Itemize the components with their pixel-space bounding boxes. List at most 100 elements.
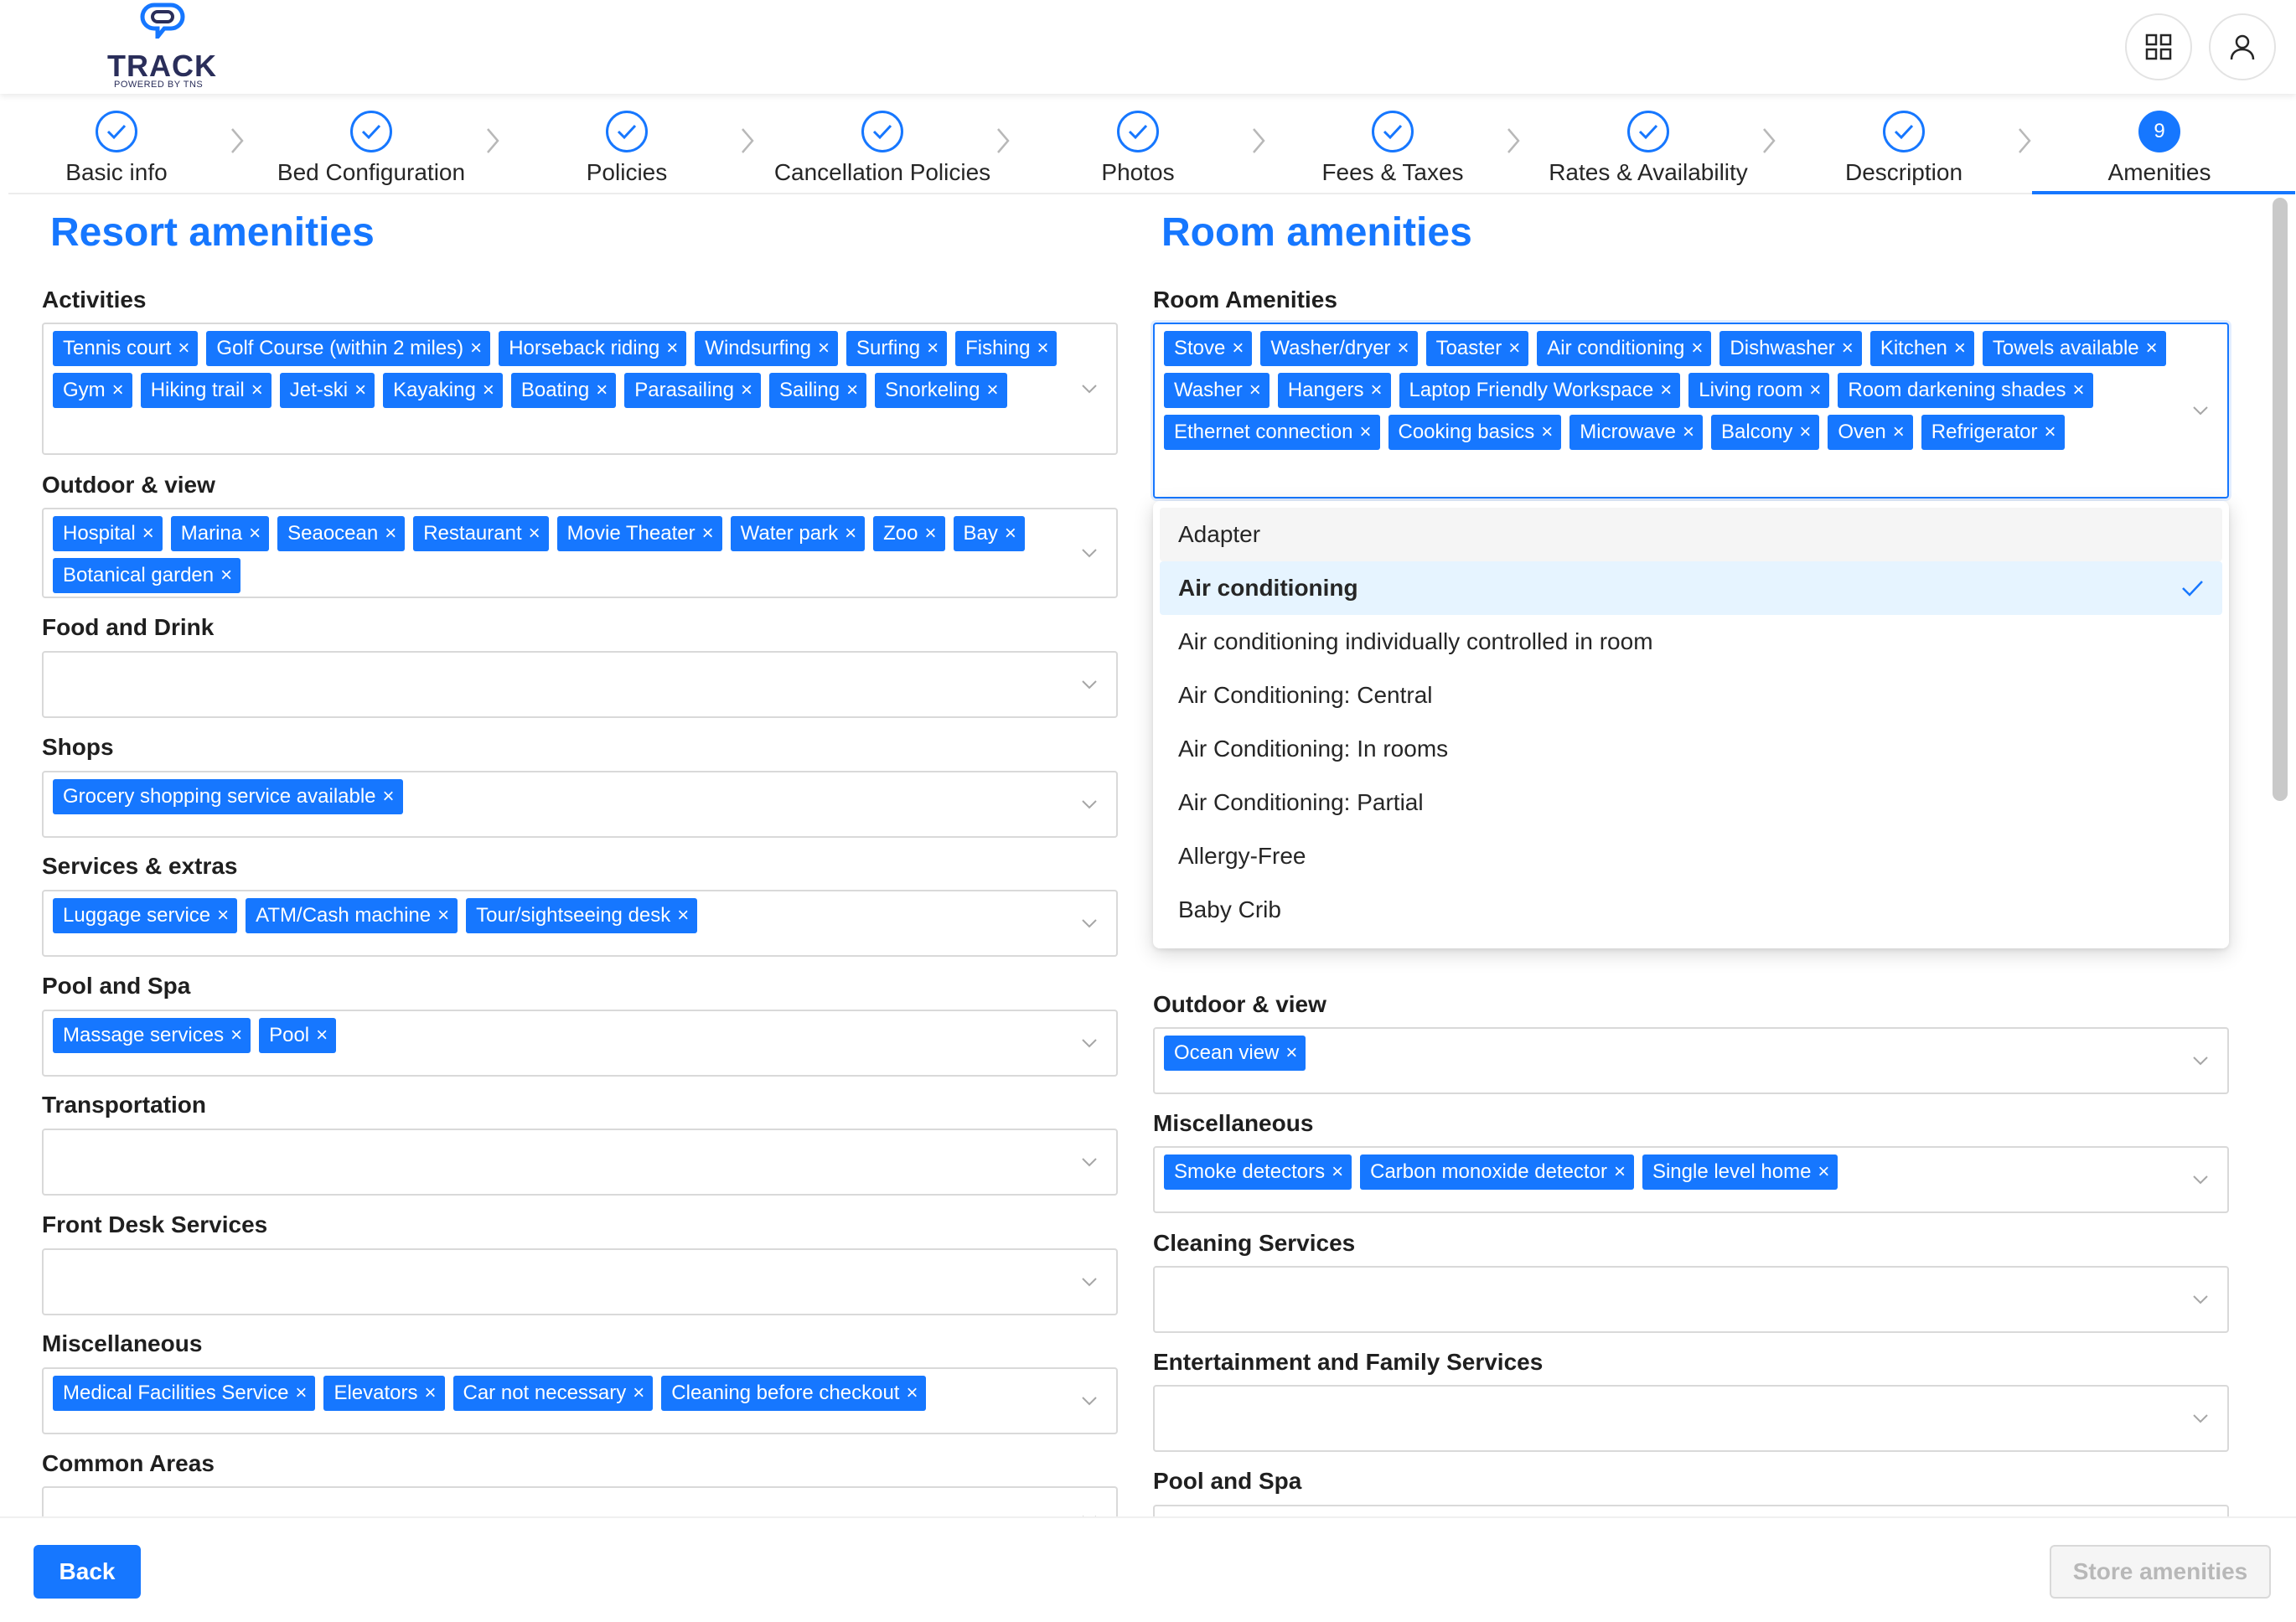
close-icon[interactable]: × <box>1541 422 1553 442</box>
close-icon[interactable]: × <box>1371 380 1383 400</box>
close-icon[interactable]: × <box>1893 422 1905 442</box>
page-scrollbar[interactable] <box>2273 198 2288 801</box>
dropdown-option-air-conditioning-individually-controlled-in-room[interactable]: Air conditioning individually controlled… <box>1160 615 2222 669</box>
step-rates-availability[interactable]: Rates & Availability <box>1523 111 1774 191</box>
close-icon[interactable]: × <box>1660 380 1672 400</box>
step-basic-info[interactable]: Basic info <box>0 111 242 191</box>
close-icon[interactable]: × <box>1398 338 1409 359</box>
close-icon[interactable]: × <box>529 524 540 544</box>
resort-select-outdoor-view[interactable]: Hospital × Marina × Seaocean × Restaurant × Movi… <box>42 508 1118 598</box>
close-icon[interactable]: × <box>633 1383 644 1403</box>
resort-select-services-extras[interactable]: Luggage service × ATM/Cash machine × Tour/si… <box>42 890 1118 957</box>
close-icon[interactable]: × <box>251 380 263 400</box>
user-button[interactable] <box>2209 13 2276 80</box>
close-icon[interactable]: × <box>818 338 830 359</box>
close-icon[interactable]: × <box>927 338 939 359</box>
close-icon[interactable]: × <box>702 524 714 544</box>
step-cancellation-policies[interactable]: Cancellation Policies <box>757 111 1008 191</box>
close-icon[interactable]: × <box>846 380 858 400</box>
close-icon[interactable]: × <box>470 338 482 359</box>
close-icon[interactable]: × <box>178 338 189 359</box>
room-field-label-outdoor-view: Outdoor & view <box>1153 991 1326 1017</box>
tag-label: Massage services <box>63 1024 225 1046</box>
close-icon[interactable]: × <box>1683 422 1694 442</box>
resort-select-activities[interactable]: Tennis court × Golf Course (within 2 miles… <box>42 323 1118 455</box>
close-icon[interactable]: × <box>1691 338 1703 359</box>
step-photos[interactable]: Photos <box>1012 111 1264 191</box>
close-icon[interactable]: × <box>596 380 608 400</box>
close-icon[interactable]: × <box>906 1383 918 1403</box>
track-logo[interactable]: TRACK POWERED BY TNS <box>106 0 223 92</box>
chevron-right-icon <box>991 124 1015 158</box>
close-icon[interactable]: × <box>316 1025 328 1046</box>
close-icon[interactable]: × <box>354 380 366 400</box>
close-icon[interactable]: × <box>2045 422 2056 442</box>
close-icon[interactable]: × <box>230 1025 242 1046</box>
close-icon[interactable]: × <box>142 524 154 544</box>
step-amenities[interactable]: 9 Amenities <box>2034 111 2285 191</box>
dropdown-option-adapter[interactable]: Adapter <box>1160 508 2222 561</box>
dropdown-option-air-conditioning-central[interactable]: Air Conditioning: Central <box>1160 669 2222 722</box>
close-icon[interactable]: × <box>385 524 396 544</box>
resort-select-pool-and-spa[interactable]: Massage services × Pool × <box>42 1010 1118 1077</box>
resort-select-shops[interactable]: Grocery shopping service available × <box>42 771 1118 838</box>
dropdown-option-baby-crib[interactable]: Baby Crib <box>1160 883 2222 937</box>
close-icon[interactable]: × <box>383 787 395 807</box>
dropdown-option-air-conditioning[interactable]: Air conditioning <box>1160 561 2222 615</box>
close-icon[interactable]: × <box>295 1383 307 1403</box>
resort-select-food-and-drink[interactable] <box>42 651 1118 718</box>
room-select-entertainment-and-family-services[interactable] <box>1153 1385 2229 1452</box>
close-icon[interactable]: × <box>1954 338 1966 359</box>
room-select-miscellaneous[interactable]: Smoke detectors × Carbon monoxide detector… <box>1153 1146 2229 1213</box>
close-icon[interactable]: × <box>220 566 232 586</box>
resort-select-miscellaneous[interactable]: Medical Facilities Service × Elevators × Car… <box>42 1367 1118 1434</box>
close-icon[interactable]: × <box>924 524 936 544</box>
close-icon[interactable]: × <box>845 524 856 544</box>
close-icon[interactable]: × <box>1232 338 1244 359</box>
close-icon[interactable]: × <box>2073 380 2085 400</box>
room-select-outdoor-view[interactable]: Ocean view × <box>1153 1027 2229 1094</box>
close-icon[interactable]: × <box>424 1383 436 1403</box>
close-icon[interactable]: × <box>1285 1043 1297 1063</box>
close-icon[interactable]: × <box>986 380 998 400</box>
close-icon[interactable]: × <box>249 524 261 544</box>
tag-label: Stove <box>1174 337 1226 359</box>
close-icon[interactable]: × <box>217 906 229 926</box>
close-icon[interactable]: × <box>2146 338 2158 359</box>
room-select-room-amenities[interactable]: Stove × Washer/dryer × Toaster × Air condition… <box>1153 323 2229 498</box>
close-icon[interactable]: × <box>1249 380 1261 400</box>
close-icon[interactable]: × <box>1037 338 1048 359</box>
tag-label: Hiking trail <box>150 379 245 401</box>
check-icon <box>1372 111 1414 152</box>
close-icon[interactable]: × <box>437 906 449 926</box>
close-icon[interactable]: × <box>1005 524 1016 544</box>
close-icon[interactable]: × <box>741 380 752 400</box>
close-icon[interactable]: × <box>1332 1162 1343 1182</box>
step-policies[interactable]: Policies <box>501 111 752 191</box>
dropdown-option-air-conditioning-in-rooms[interactable]: Air Conditioning: In rooms <box>1160 722 2222 776</box>
chevron-down-icon <box>1082 1278 1097 1287</box>
close-icon[interactable]: × <box>483 380 494 400</box>
close-icon[interactable]: × <box>1818 1162 1829 1182</box>
close-icon[interactable]: × <box>1809 380 1821 400</box>
close-icon[interactable]: × <box>1359 422 1371 442</box>
resort-select-front-desk-services[interactable] <box>42 1248 1118 1315</box>
close-icon[interactable]: × <box>112 380 124 400</box>
step-fees-taxes[interactable]: Fees & Taxes <box>1267 111 1518 191</box>
close-icon[interactable]: × <box>1842 338 1854 359</box>
dropdown-option-allergy-free[interactable]: Allergy-Free <box>1160 829 2222 883</box>
close-icon[interactable]: × <box>1614 1162 1626 1182</box>
step-bed-configuration[interactable]: Bed Configuration <box>246 111 497 191</box>
back-button[interactable]: Back <box>34 1545 141 1599</box>
room-select-cleaning-services[interactable] <box>1153 1266 2229 1333</box>
dropdown-option-air-conditioning-partial[interactable]: Air Conditioning: Partial <box>1160 776 2222 829</box>
progress-steps: Basic info Bed Configuration Policies Cance… <box>8 94 2295 194</box>
step-description[interactable]: Description <box>1778 111 2030 191</box>
store-amenities-button[interactable]: Store amenities <box>2050 1545 2271 1599</box>
close-icon[interactable]: × <box>1799 422 1811 442</box>
resort-select-transportation[interactable] <box>42 1129 1118 1196</box>
close-icon[interactable]: × <box>1508 338 1520 359</box>
apps-button[interactable] <box>2125 13 2192 80</box>
close-icon[interactable]: × <box>666 338 678 359</box>
close-icon[interactable]: × <box>677 906 689 926</box>
